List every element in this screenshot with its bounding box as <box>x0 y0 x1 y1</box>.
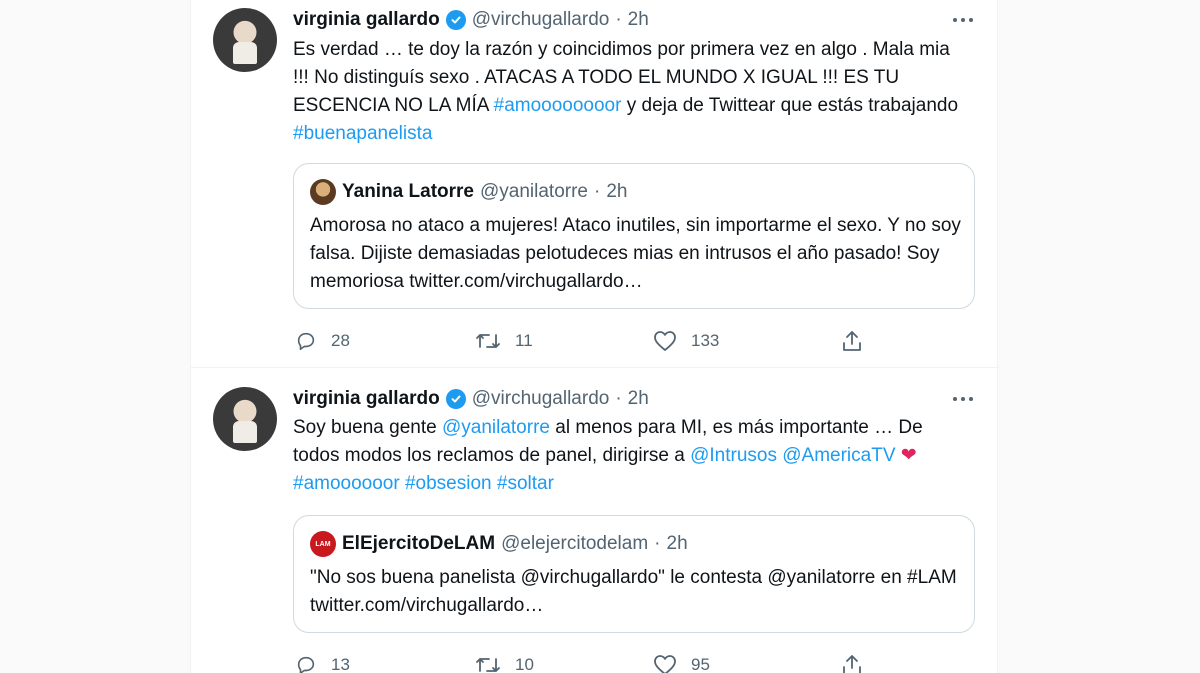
verified-badge-icon <box>445 389 466 409</box>
tweet-text-segment: Soy buena gente <box>293 417 442 438</box>
heart-icon <box>654 655 676 673</box>
tweet-text: Es verdad … te doy la razón y coincidimo… <box>293 36 963 148</box>
heart-icon <box>654 331 676 351</box>
quoted-author-handle: @elejercitodelam <box>501 533 649 554</box>
avatar <box>310 179 336 205</box>
tweet[interactable]: virginia gallardo @virchugallardo · 2h E… <box>191 0 999 368</box>
author-handle[interactable]: @virchugallardo <box>472 9 610 31</box>
tweet-header: virginia gallardo @virchugallardo · 2h <box>293 385 649 413</box>
quoted-tweet[interactable]: LAM ElEjercitoDeLAM @elejercitodelam · 2… <box>293 515 975 633</box>
separator-dot: · <box>594 181 601 202</box>
retweet-icon <box>476 658 500 672</box>
avatar[interactable] <box>213 8 277 72</box>
tweet-actions: 28 11 133 <box>191 326 999 356</box>
like-button[interactable]: 133 <box>653 326 719 356</box>
heart-emoji: ❤ <box>895 445 917 466</box>
quoted-author-handle: @yanilatorre <box>480 181 588 202</box>
page: virginia gallardo @virchugallardo · 2h E… <box>0 0 1200 673</box>
retweet-icon <box>476 334 500 348</box>
separator-dot: · <box>615 388 622 409</box>
mention-link[interactable]: @AmericaTV <box>782 445 895 466</box>
verified-badge-icon <box>445 10 466 30</box>
retweet-button[interactable]: 10 <box>475 650 534 673</box>
tweet-header: virginia gallardo @virchugallardo · 2h <box>293 6 649 34</box>
like-count: 95 <box>691 655 710 673</box>
avatar: LAM <box>310 531 336 557</box>
retweet-count: 11 <box>515 331 533 350</box>
tweet[interactable]: virginia gallardo @virchugallardo · 2h S… <box>191 369 999 673</box>
tweet-text-segment: y deja de Twittear que estás trabajando <box>621 95 959 116</box>
quoted-tweet-text: Amorosa no ataco a mujeres! Ataco inutil… <box>310 215 961 292</box>
reply-count: 28 <box>331 331 350 350</box>
tweet-actions: 13 10 95 <box>191 650 999 673</box>
reply-button[interactable]: 28 <box>295 326 350 356</box>
quoted-author-name: ElEjercitoDeLAM <box>342 533 496 554</box>
quoted-tweet-text: "No sos buena panelista @virchugallardo"… <box>310 567 957 616</box>
author-handle[interactable]: @virchugallardo <box>472 388 610 410</box>
share-button[interactable] <box>841 650 863 673</box>
quoted-author-name: Yanina Latorre <box>342 181 474 202</box>
timestamp[interactable]: 2h <box>628 388 649 410</box>
like-count: 133 <box>691 331 720 350</box>
tweet-text: Soy buena gente @yanilatorre al menos pa… <box>293 414 963 498</box>
hashtag-link[interactable]: #amoooooooor <box>494 95 622 116</box>
quoted-tweet-header: Yanina Latorre @yanilatorre · 2h <box>310 178 627 206</box>
quoted-timestamp: 2h <box>606 181 628 202</box>
reply-button[interactable]: 13 <box>295 650 350 673</box>
timeline-column: virginia gallardo @virchugallardo · 2h E… <box>190 0 999 673</box>
reply-count: 13 <box>331 655 350 673</box>
more-options-icon[interactable] <box>951 16 975 24</box>
author-name[interactable]: virginia gallardo <box>293 9 440 31</box>
share-icon <box>843 655 861 673</box>
quoted-timestamp: 2h <box>666 533 688 554</box>
reply-icon <box>297 656 315 673</box>
author-name[interactable]: virginia gallardo <box>293 388 440 410</box>
separator-dot: · <box>654 533 661 554</box>
hashtag-link[interactable]: #soltar <box>497 473 554 494</box>
mention-link[interactable]: @Intrusos <box>690 445 777 466</box>
separator-dot: · <box>615 9 622 30</box>
retweet-button[interactable]: 11 <box>475 326 533 356</box>
share-button[interactable] <box>841 326 863 356</box>
quoted-tweet-header: LAM ElEjercitoDeLAM @elejercitodelam · 2… <box>310 530 688 558</box>
like-button[interactable]: 95 <box>653 650 710 673</box>
avatar[interactable] <box>213 387 277 451</box>
reply-icon <box>297 332 315 351</box>
hashtag-link[interactable]: #amoooooor <box>293 473 400 494</box>
share-icon <box>843 331 861 351</box>
quoted-tweet[interactable]: Yanina Latorre @yanilatorre · 2h Amorosa… <box>293 163 975 309</box>
retweet-count: 10 <box>515 655 534 673</box>
hashtag-link[interactable]: #obsesion <box>405 473 492 494</box>
mention-link[interactable]: @yanilatorre <box>442 417 550 438</box>
hashtag-link[interactable]: #buenapanelista <box>293 123 432 144</box>
timestamp[interactable]: 2h <box>628 9 649 31</box>
more-options-icon[interactable] <box>951 395 975 403</box>
